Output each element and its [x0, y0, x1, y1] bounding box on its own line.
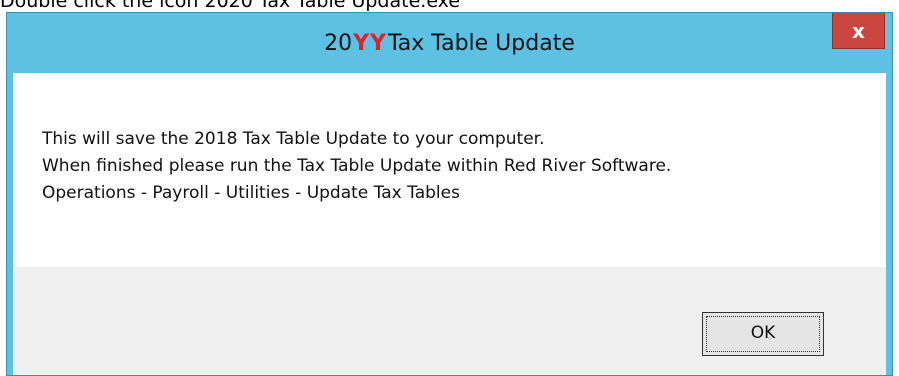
- ok-button-label: OK: [750, 323, 776, 343]
- dialog-body: This will save the 2018 Tax Table Update…: [13, 73, 886, 375]
- message-line: When finished please run the Tax Table U…: [42, 156, 672, 176]
- dialog-window: 20YYTax Table Update x This will save th…: [6, 12, 893, 376]
- message-line: This will save the 2018 Tax Table Update…: [42, 129, 545, 149]
- close-button[interactable]: x: [832, 13, 885, 49]
- message-text: This will save the 2018 Tax Table Update…: [42, 126, 866, 207]
- title-year-placeholder: YY: [353, 31, 387, 56]
- title-prefix: 20: [324, 31, 353, 56]
- button-bar: OK: [13, 267, 886, 375]
- ok-button[interactable]: OK: [702, 312, 824, 356]
- message-line: Operations - Payroll - Utilities - Updat…: [42, 183, 460, 203]
- close-icon: x: [852, 19, 865, 43]
- title-bar[interactable]: 20YYTax Table Update x: [7, 13, 892, 73]
- title-suffix: Tax Table Update: [388, 31, 575, 56]
- instruction-caption: Double click the icon 2020 Tax Table Upd…: [0, 0, 461, 12]
- window-title: 20YYTax Table Update: [7, 13, 892, 73]
